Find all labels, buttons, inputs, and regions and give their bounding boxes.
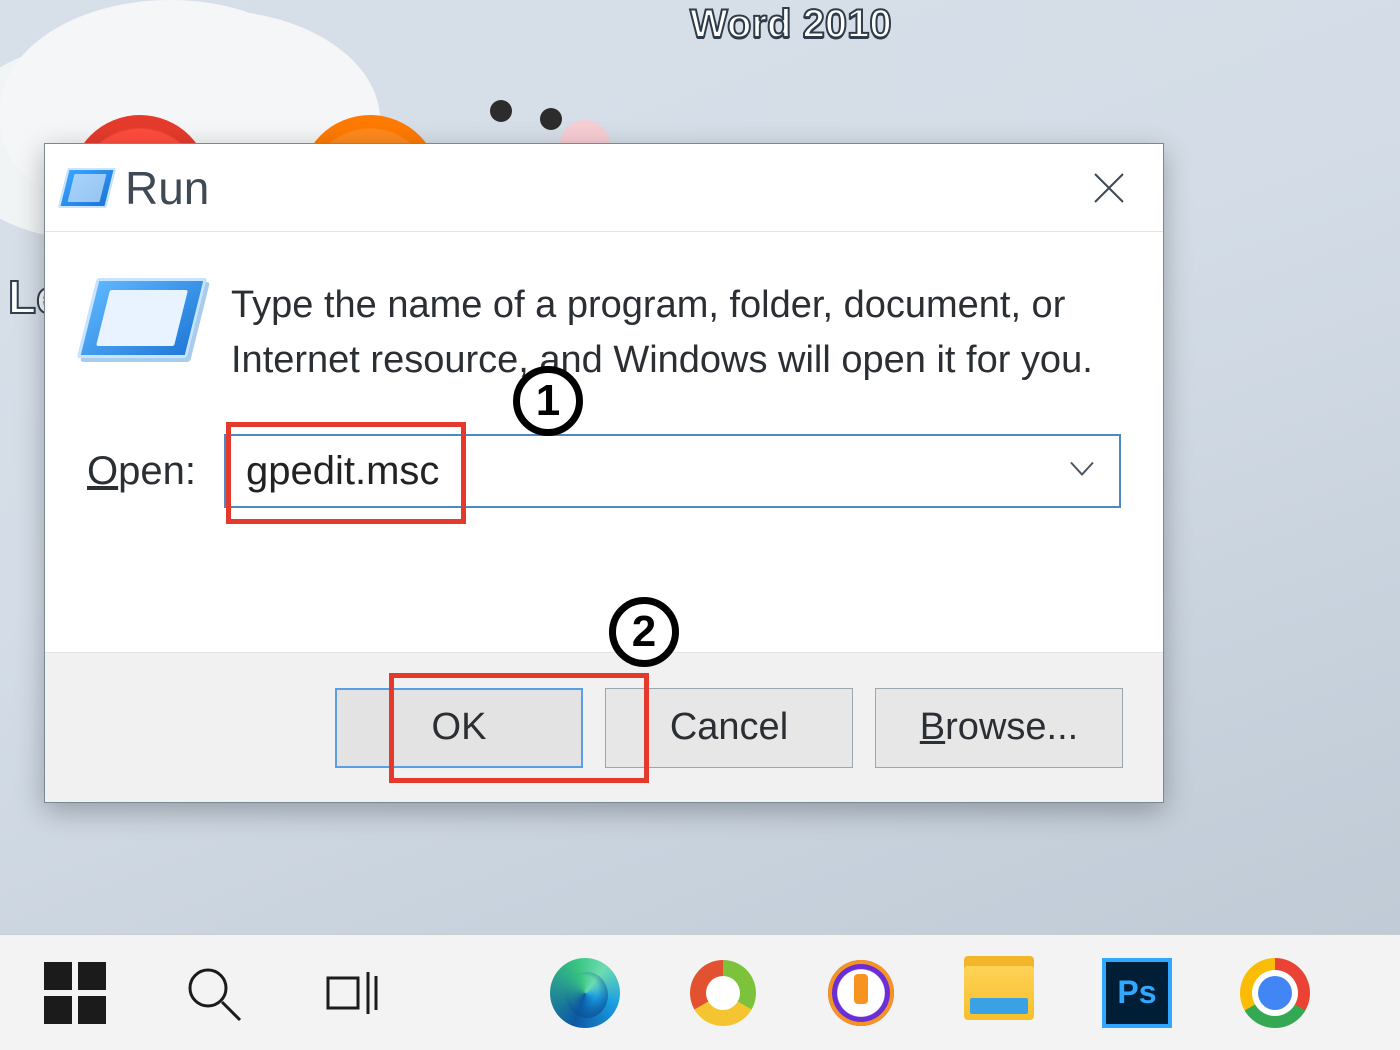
ok-button[interactable]: OK (335, 688, 583, 768)
close-icon (1089, 168, 1129, 208)
taskbar-app-security[interactable] (820, 952, 902, 1034)
dialog-description: Type the name of a program, folder, docu… (231, 278, 1101, 388)
taskbar-app-coccoc[interactable] (682, 952, 764, 1034)
task-view-icon (320, 962, 382, 1024)
desktop-icon-label-word: Word 2010 (690, 2, 892, 47)
wallpaper-eye (490, 100, 512, 122)
chevron-down-icon[interactable] (1067, 454, 1097, 489)
edge-icon (550, 958, 620, 1028)
run-icon-large (77, 278, 207, 358)
taskbar: Ps (0, 934, 1400, 1050)
taskbar-search-button[interactable] (172, 952, 254, 1034)
open-input[interactable] (246, 449, 1099, 494)
folder-icon (964, 966, 1034, 1020)
browse-button[interactable]: Browse... (875, 688, 1123, 768)
shield-icon (828, 960, 894, 1026)
windows-logo-icon (44, 962, 106, 1024)
open-label: Open: (87, 449, 196, 494)
search-icon (182, 962, 244, 1024)
cancel-button[interactable]: Cancel (605, 688, 853, 768)
taskbar-app-chrome[interactable] (1234, 952, 1316, 1034)
task-view-button[interactable] (310, 952, 392, 1034)
dialog-title: Run (125, 161, 209, 215)
run-dialog: Run Type the name of a program, folder, … (44, 143, 1164, 803)
photoshop-icon: Ps (1102, 958, 1172, 1028)
start-button[interactable] (34, 952, 116, 1034)
coccoc-icon (690, 960, 756, 1026)
dialog-footer: 2 OK Cancel Browse... (45, 652, 1163, 802)
run-icon (58, 168, 116, 208)
titlebar[interactable]: Run (45, 144, 1163, 232)
taskbar-app-file-explorer[interactable] (958, 952, 1040, 1034)
close-button[interactable] (1073, 152, 1145, 224)
taskbar-app-edge[interactable] (544, 952, 626, 1034)
chrome-icon (1240, 958, 1310, 1028)
wallpaper-eye (540, 108, 562, 130)
taskbar-app-photoshop[interactable]: Ps (1096, 952, 1178, 1034)
open-combobox[interactable] (224, 434, 1121, 508)
